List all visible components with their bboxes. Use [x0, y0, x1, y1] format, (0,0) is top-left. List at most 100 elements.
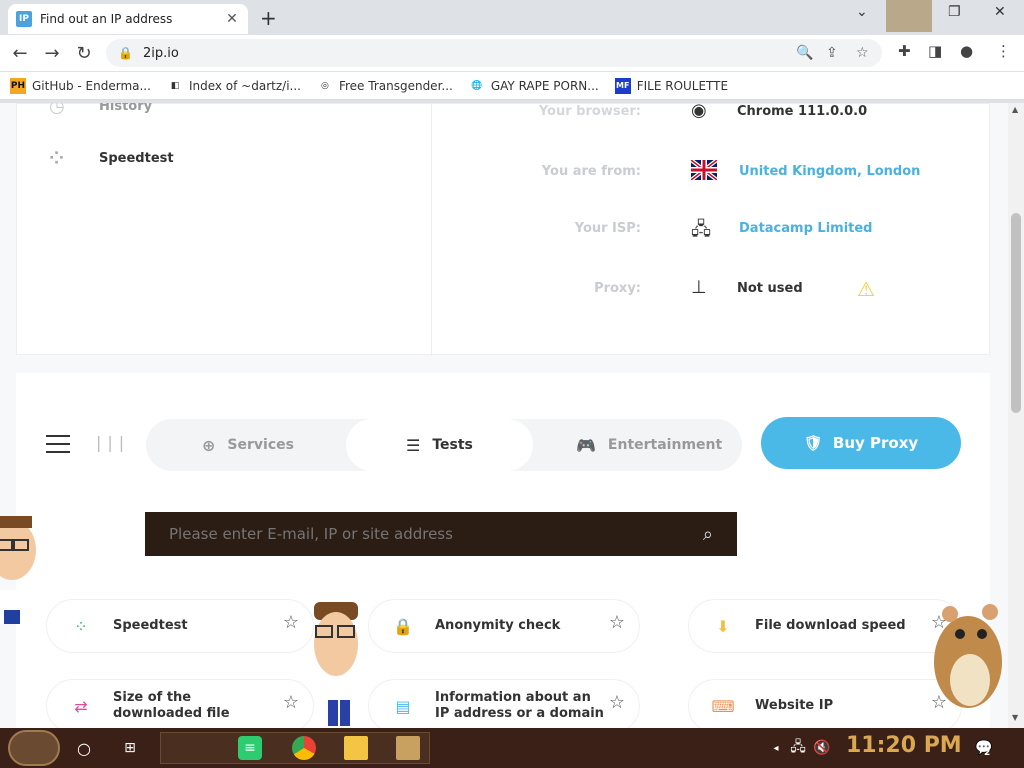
- star-icon[interactable]: ☆: [609, 692, 625, 713]
- ip-info-card: ◷ History ⁘ Speedtest Your browser: ◉ Ch…: [16, 103, 990, 356]
- account-icon[interactable]: ●: [960, 42, 973, 60]
- reload-icon[interactable]: ↻: [72, 43, 96, 64]
- start-button[interactable]: [8, 730, 60, 766]
- bookmark-item[interactable]: MF FILE ROULETTE: [614, 77, 728, 94]
- history-icon: ◷: [49, 103, 65, 117]
- ip-info-icon: ▤: [395, 696, 411, 716]
- tab-tests[interactable]: ☰ Tests: [346, 419, 533, 471]
- url-text: 2ip.io: [142, 45, 179, 61]
- forward-icon[interactable]: →: [40, 43, 64, 64]
- isp-link[interactable]: Datacamp Limited: [739, 221, 873, 236]
- volume-muted-icon[interactable]: 🔇: [810, 736, 834, 760]
- bookmark-item[interactable]: ◧ Index of ~dartz/i...: [167, 78, 301, 94]
- tab-services[interactable]: ⊕ Services: [202, 419, 294, 471]
- globe-icon: ⊕: [202, 435, 216, 455]
- bookmark-item[interactable]: 🌐 GAY RAPE PORN...: [469, 78, 598, 94]
- search-input[interactable]: [169, 525, 649, 543]
- browser-window: IP Find out an IP address ✕ + ⌄ ❐ ✕ ← → …: [0, 0, 1024, 103]
- warning-icon: ⚠: [857, 277, 875, 301]
- proxy-info-row: Proxy: ⊥ Not used ⚠: [449, 275, 989, 305]
- site-favicon-icon: ◎: [321, 80, 329, 91]
- search-icon[interactable]: ⌕: [703, 524, 713, 545]
- website-ip-icon: ⌨: [711, 696, 735, 716]
- bookmark-star-icon[interactable]: ☆: [856, 45, 869, 61]
- test-label: Anonymity check: [435, 618, 561, 633]
- test-card[interactable]: ▤ Information about an IP address or a d…: [368, 679, 640, 728]
- test-label: File download speed: [755, 618, 906, 633]
- new-tab-button[interactable]: +: [260, 6, 277, 30]
- notes-app-icon[interactable]: ≡: [238, 736, 262, 760]
- lock-icon: 🔒: [393, 616, 413, 636]
- test-label: Website IP: [755, 698, 834, 713]
- test-card[interactable]: ⇄ Size of the downloaded file ☆: [46, 679, 314, 728]
- scrollbar[interactable]: ▲ ▼: [1008, 103, 1024, 728]
- chrome-taskbar-icon[interactable]: [292, 736, 316, 760]
- network-tree-icon: ⊥: [691, 277, 707, 298]
- test-label: Information about an IP address or a dom…: [435, 690, 604, 721]
- speedtest-icon: ⁘: [49, 148, 65, 169]
- share-icon[interactable]: ⇪: [826, 45, 838, 61]
- test-card[interactable]: 🔒 Anonymity check ☆: [368, 599, 640, 653]
- close-window-icon[interactable]: ✕: [994, 4, 1006, 20]
- toolbar: ← → ↻ 🔒 2ip.io 🔍 ⇪ ☆: [0, 35, 1024, 71]
- file-roulette-favicon-icon: MF: [614, 77, 631, 94]
- test-label: Size of the downloaded file: [113, 690, 230, 721]
- search-circle-icon[interactable]: ○: [72, 736, 96, 760]
- game-app-icon[interactable]: [396, 736, 420, 760]
- file-explorer-icon[interactable]: [344, 736, 368, 760]
- from-label: You are from:: [541, 164, 641, 179]
- page-content: ◷ History ⁘ Speedtest Your browser: ◉ Ch…: [0, 103, 1008, 728]
- chrome-icon: ◉: [691, 103, 707, 121]
- buy-proxy-button[interactable]: 🛡 Buy Proxy: [761, 417, 961, 469]
- notification-count: 2: [984, 748, 991, 758]
- star-icon[interactable]: ☆: [609, 612, 625, 633]
- menu-item-speedtest[interactable]: ⁘ Speedtest: [49, 148, 174, 169]
- tab-entertainment[interactable]: 🎮 Entertainment: [576, 419, 722, 471]
- bookmark-item[interactable]: PH GitHub - Enderma...: [10, 77, 151, 94]
- tools-card: ||| ⊕ Services ☰ Tests 🎮 Entertainment 🛡…: [16, 373, 990, 728]
- hamster-sprite: [934, 604, 1002, 708]
- bookmark-item[interactable]: ◎ Free Transgender...: [317, 78, 453, 94]
- pornhub-favicon-icon: PH: [10, 77, 26, 94]
- tests-icon: ☰: [406, 435, 421, 455]
- browser-info-row: Your browser: ◉ Chrome 111.0.0.0: [449, 103, 989, 128]
- network-icon[interactable]: 🖧: [786, 736, 810, 760]
- proxy-label: Proxy:: [594, 281, 641, 296]
- tab-title: Find out an IP address: [40, 12, 173, 26]
- back-icon[interactable]: ←: [8, 43, 32, 64]
- close-tab-icon[interactable]: ✕: [224, 11, 240, 27]
- hamburger-menu-icon[interactable]: [46, 435, 70, 459]
- lock-icon: 🔒: [118, 46, 133, 60]
- task-view-icon[interactable]: ⊞: [118, 736, 142, 760]
- shield-icon: 🛡: [803, 434, 823, 452]
- server-icon: 🖧: [691, 219, 712, 240]
- address-bar[interactable]: 🔒 2ip.io 🔍 ⇪ ☆: [106, 39, 882, 67]
- show-hidden-icons[interactable]: ◂: [764, 736, 788, 760]
- gamepad-icon: 🎮: [576, 435, 596, 455]
- browser-tab[interactable]: IP Find out an IP address ✕: [8, 4, 248, 34]
- star-icon[interactable]: ☆: [283, 692, 299, 713]
- menu-icon[interactable]: ⋮: [996, 42, 1011, 60]
- scroll-down-icon[interactable]: ▼: [1012, 713, 1018, 722]
- download-icon: ⬇: [716, 616, 730, 636]
- favicon-icon: IP: [16, 11, 32, 27]
- extensions-icon[interactable]: ✚: [898, 42, 911, 60]
- menu-item-history[interactable]: ◷ History: [49, 103, 152, 117]
- search-bar: ⌕: [145, 512, 737, 556]
- side-panel-icon[interactable]: ◨: [928, 42, 942, 60]
- profile-avatar[interactable]: [886, 0, 932, 32]
- uk-flag-icon: [689, 158, 719, 185]
- proxy-value: Not used: [737, 281, 803, 296]
- zoom-search-icon[interactable]: 🔍: [796, 45, 813, 61]
- star-icon[interactable]: ☆: [283, 612, 299, 633]
- test-card[interactable]: ⁘ Speedtest ☆: [46, 599, 314, 653]
- restore-icon[interactable]: ❐: [948, 4, 961, 20]
- taskbar-clock[interactable]: 11:20 PM: [846, 733, 962, 758]
- test-label: Speedtest: [113, 618, 188, 633]
- scrollbar-thumb[interactable]: [1011, 213, 1021, 413]
- scroll-up-icon[interactable]: ▲: [1012, 105, 1018, 114]
- speedtest-icon: ⁘: [74, 616, 88, 636]
- tab-search-icon[interactable]: ⌄: [856, 4, 868, 20]
- location-link[interactable]: United Kingdom, London: [739, 164, 920, 179]
- cartoon-man-center-sprite: [314, 602, 358, 726]
